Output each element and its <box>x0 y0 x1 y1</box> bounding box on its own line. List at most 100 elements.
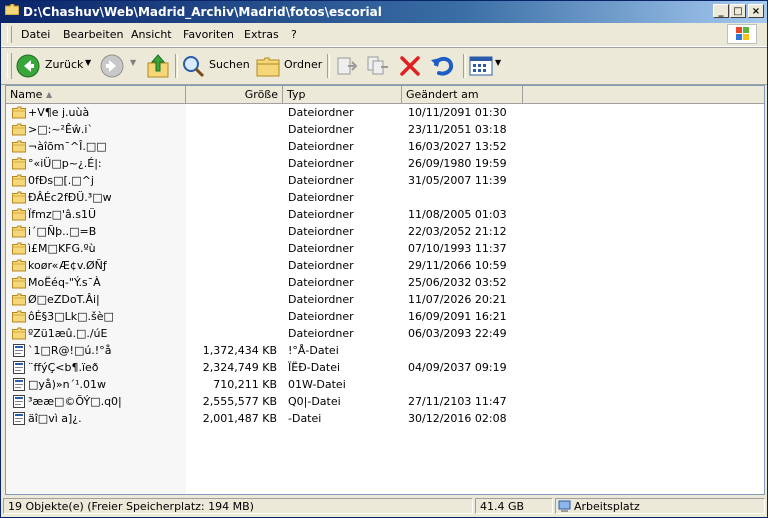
file-name: Ø□eZDoT.Âi| <box>28 293 100 306</box>
file-row[interactable]: `1□R@!□ú.!°å 1,372,434 KB !°Å-Datei <box>6 342 764 359</box>
file-row[interactable]: □yå)»n´¹.01w 710,211 KB 01W-Datei <box>6 376 764 393</box>
file-modified: 06/03/2093 22:49 <box>408 327 507 340</box>
menu-datei[interactable]: Datei <box>21 28 50 41</box>
folder-icon <box>12 174 26 187</box>
file-name: ì£M□KFG.ºù <box>28 242 96 255</box>
file-modified: 11/07/2026 20:21 <box>408 293 507 306</box>
file-type: Dateiordner <box>288 242 354 255</box>
menu-favoriten[interactable]: Favoriten <box>183 28 234 41</box>
file-list[interactable]: Name ▲ Größe Typ Geändert am +V¶e j.uùà D… <box>5 85 765 495</box>
my-computer-icon <box>558 500 571 512</box>
file-name: □yå)»n´¹.01w <box>28 378 107 391</box>
file-type: Dateiordner <box>288 259 354 272</box>
back-button-label[interactable]: Zurück <box>45 58 83 71</box>
file-name: ºZü1æû.□./úE <box>28 327 108 340</box>
folders-icon[interactable] <box>256 55 280 77</box>
up-folder-icon[interactable] <box>146 53 170 79</box>
file-size <box>186 172 277 189</box>
standard-toolbar: Zurück ▼ ▼ Suchen Ordner ▼ <box>1 47 767 85</box>
minimize-button[interactable]: _ <box>713 4 729 18</box>
search-button-label[interactable]: Suchen <box>209 58 250 71</box>
toolbar-separator <box>463 54 466 78</box>
file-name: koør«Æ¢v.ØÑƒ <box>28 259 107 272</box>
file-modified: 10/11/2091 01:30 <box>408 106 507 119</box>
file-type: Dateiordner <box>288 225 354 238</box>
file-row[interactable]: ¨ffýÇ<b¶.ïeð 2,324,749 KB ÏËÐ-Datei 04/09/2… <box>6 359 764 376</box>
file-name: `1□R@!□ú.!°å <box>28 344 112 357</box>
file-modified <box>408 376 528 393</box>
folder-icon <box>12 327 26 340</box>
file-row[interactable]: ¬àîõm¯^Î.□□ Dateiordner 16/03/2027 13:52 <box>6 138 764 155</box>
folder-icon <box>12 106 26 119</box>
file-row[interactable]: ôÉ§3□Lk□.šè□ Dateiordner 16/09/2091 16:21 <box>6 308 764 325</box>
delete-icon[interactable] <box>399 55 421 77</box>
file-size <box>186 155 277 172</box>
file-icon <box>13 344 25 357</box>
column-header-size[interactable]: Größe <box>186 86 283 103</box>
views-dropdown-icon[interactable]: ▼ <box>495 58 501 67</box>
list-header: Name ▲ Größe Typ Geändert am <box>6 86 764 104</box>
file-row[interactable]: MoËéq-"Ý.s¯À Dateiordner 25/06/2032 03:52 <box>6 274 764 291</box>
folder-icon <box>12 259 26 272</box>
file-row[interactable]: ºZü1æû.□./úE Dateiordner 06/03/2093 22:49 <box>6 325 764 342</box>
file-modified <box>408 342 528 359</box>
file-row[interactable]: koør«Æ¢v.ØÑƒ Dateiordner 29/11/2066 10:59 <box>6 257 764 274</box>
column-header-type[interactable]: Typ <box>283 86 402 103</box>
toolbar-separator <box>327 54 330 78</box>
column-header-name[interactable]: Name ▲ <box>6 86 186 103</box>
close-button[interactable]: × <box>748 4 764 18</box>
file-size: 2,001,487 KB <box>202 412 277 425</box>
views-icon[interactable] <box>469 55 495 77</box>
folders-button-label[interactable]: Ordner <box>284 58 322 71</box>
file-modified: 16/03/2027 13:52 <box>408 140 507 153</box>
file-row[interactable]: ì£M□KFG.ºù Dateiordner 07/10/1993 11:37 <box>6 240 764 257</box>
file-name: i´□Ñþ..□=B <box>28 225 97 238</box>
title-bar[interactable]: D:\Chashuv\Web\Madrid_Archiv\Madrid\foto… <box>1 1 767 23</box>
status-size: 41.4 GB <box>475 498 553 514</box>
move-to-icon[interactable] <box>335 55 359 77</box>
file-size <box>186 223 277 240</box>
file-row[interactable]: Ø□eZDoT.Âi| Dateiordner 11/07/2026 20:21 <box>6 291 764 308</box>
file-type: Dateiordner <box>288 106 354 119</box>
file-row[interactable]: Ïfmz□'â.s1Ü Dateiordner 11/08/2005 01:03 <box>6 206 764 223</box>
file-name: ôÉ§3□Lk□.šè□ <box>28 310 114 323</box>
toolbar-grip[interactable] <box>7 53 12 79</box>
file-type: Dateiordner <box>288 208 354 221</box>
file-row[interactable]: ÐÂÉc2fÐÜ.³□w Dateiordner <box>6 189 764 206</box>
menu-ansicht[interactable]: Ansicht <box>131 28 172 41</box>
file-row[interactable]: >□:~²Êŵ.i` Dateiordner 23/11/2051 03:18 <box>6 121 764 138</box>
maximize-button[interactable]: □ <box>730 4 746 18</box>
sort-ascending-icon: ▲ <box>46 90 53 99</box>
file-row[interactable]: °«iÜ□p~¿.É|: Dateiordner 26/09/1980 19:59 <box>6 155 764 172</box>
file-size <box>186 121 277 138</box>
toolbar-separator <box>175 54 178 78</box>
file-size <box>186 308 277 325</box>
back-dropdown-icon[interactable]: ▼ <box>85 58 91 67</box>
copy-to-icon[interactable] <box>366 55 390 77</box>
file-type: Dateiordner <box>288 157 354 170</box>
folder-icon <box>12 276 26 289</box>
back-icon[interactable] <box>15 53 41 79</box>
menu-help[interactable]: ? <box>291 28 297 41</box>
file-row[interactable]: i´□Ñþ..□=B Dateiordner 22/03/2052 21:12 <box>6 223 764 240</box>
column-header-modified[interactable]: Geändert am <box>402 86 523 103</box>
search-icon[interactable] <box>181 54 205 78</box>
folder-icon <box>12 157 26 170</box>
file-type: Dateiordner <box>288 123 354 136</box>
folder-icon <box>12 140 26 153</box>
undo-icon[interactable] <box>430 54 456 78</box>
folder-icon <box>5 4 19 15</box>
menu-grip[interactable] <box>7 26 12 43</box>
file-size <box>186 104 277 121</box>
file-type: 01W-Datei <box>288 378 346 391</box>
file-row[interactable]: ³ææ□©ÕÝ□.q0| 2,555,577 KB Q0|-Datei 27/11/2… <box>6 393 764 410</box>
forward-dropdown-icon[interactable]: ▼ <box>130 58 136 67</box>
file-row[interactable]: äî□vì a]¿. 2,001,487 KB -Datei 30/12/2016 0… <box>6 410 764 427</box>
file-modified: 31/05/2007 11:39 <box>408 174 507 187</box>
menu-bearbeiten[interactable]: Bearbeiten <box>63 28 123 41</box>
file-type: Dateiordner <box>288 293 354 306</box>
menu-extras[interactable]: Extras <box>244 28 279 41</box>
file-row[interactable]: +V¶e j.uùà Dateiordner 10/11/2091 01:30 <box>6 104 764 121</box>
file-row[interactable]: 0fÐs□[.□^j Dateiordner 31/05/2007 11:39 <box>6 172 764 189</box>
forward-icon[interactable] <box>99 53 125 79</box>
